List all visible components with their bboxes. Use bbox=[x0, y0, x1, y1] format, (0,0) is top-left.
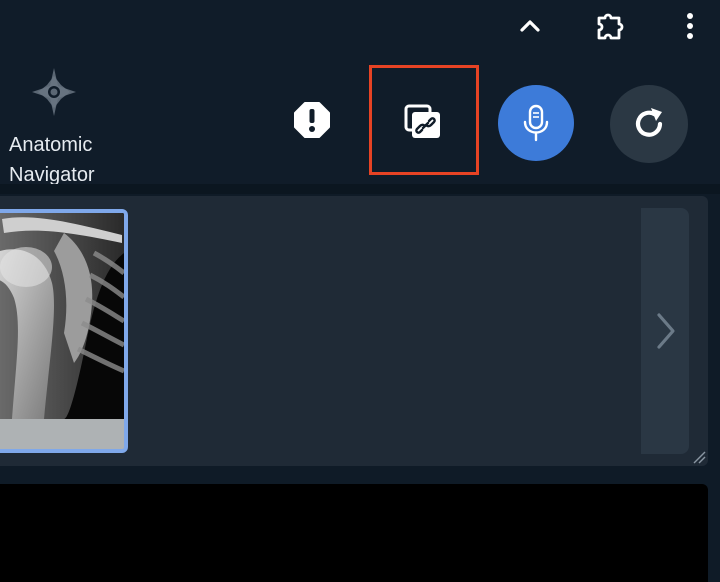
thumbnail-xray-shoulder[interactable] bbox=[0, 209, 128, 453]
chevron-right-icon bbox=[657, 313, 675, 349]
puzzle-piece-icon[interactable] bbox=[592, 8, 628, 44]
app-window: Anatomic Navigator bbox=[0, 0, 720, 582]
xray-image bbox=[0, 213, 124, 419]
header-divider bbox=[0, 184, 720, 194]
refresh-button[interactable] bbox=[610, 85, 688, 163]
app-name: Anatomic Navigator bbox=[9, 130, 95, 190]
more-vert-icon[interactable] bbox=[672, 8, 708, 44]
copy-link-button[interactable] bbox=[398, 98, 450, 146]
thumbnail-panel bbox=[0, 196, 708, 466]
compass-star-icon bbox=[28, 66, 80, 118]
voice-input-button[interactable] bbox=[498, 85, 574, 161]
image-viewer[interactable] bbox=[0, 484, 708, 582]
report-issue-button[interactable] bbox=[288, 96, 336, 144]
thumbnails-next-button[interactable] bbox=[641, 208, 689, 454]
app-name-line1: Anatomic bbox=[9, 134, 93, 156]
resize-handle-icon[interactable] bbox=[692, 450, 706, 464]
chevron-up-icon[interactable] bbox=[512, 8, 548, 44]
microphone-icon bbox=[523, 104, 549, 142]
top-toolbar bbox=[0, 0, 720, 52]
refresh-icon bbox=[635, 108, 663, 137]
exclamation-octagon-icon bbox=[294, 102, 330, 138]
app-header: Anatomic Navigator bbox=[0, 52, 720, 186]
link-copy-icon bbox=[404, 104, 440, 138]
